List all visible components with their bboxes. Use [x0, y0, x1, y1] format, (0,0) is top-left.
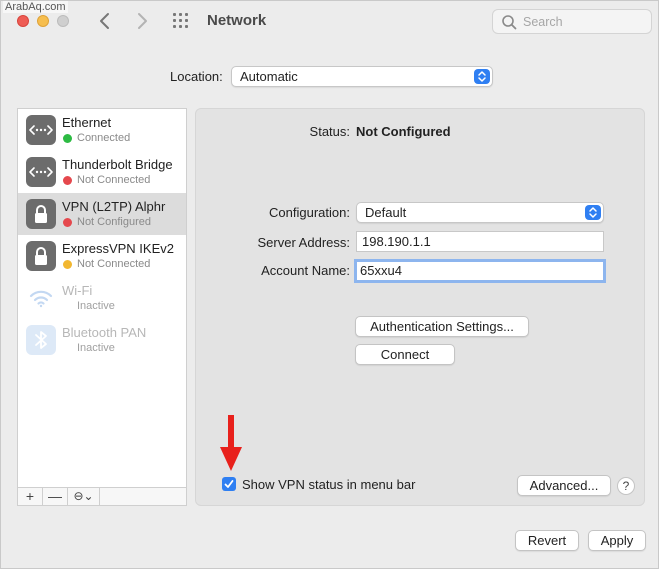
- ethernet-icon: [26, 157, 56, 187]
- popup-stepper-icon: [585, 205, 601, 220]
- status-dot: [63, 218, 72, 227]
- service-name: Ethernet: [62, 115, 112, 130]
- service-item-vpn-l2tp-alphr[interactable]: VPN (L2TP) Alphr Not Configured: [18, 193, 186, 235]
- watermark: ArabAq.com: [3, 1, 68, 13]
- lock-icon: [26, 241, 56, 271]
- service-name: Wi-Fi: [62, 283, 93, 298]
- service-name: Bluetooth PAN: [62, 325, 147, 340]
- service-item-thunderbolt-bridge[interactable]: Thunderbolt Bridge Not Connected: [18, 151, 186, 193]
- account-name-field[interactable]: 65xxu4: [354, 259, 606, 283]
- wifi-icon: [26, 283, 56, 313]
- status-value: Not Configured: [356, 124, 451, 139]
- service-status: Connected: [77, 132, 131, 144]
- service-status: Not Connected: [77, 174, 151, 186]
- advanced-button[interactable]: Advanced...: [517, 475, 611, 496]
- service-item-wifi[interactable]: Wi-Fi Inactive: [18, 277, 186, 319]
- status-dot: [63, 134, 72, 143]
- zoom-window-button[interactable]: [57, 15, 69, 27]
- show-all-button[interactable]: [173, 13, 191, 29]
- show-vpn-status-checkbox[interactable]: [222, 477, 236, 491]
- help-button[interactable]: ?: [617, 477, 635, 495]
- lock-icon: [26, 199, 56, 229]
- authentication-settings-button[interactable]: Authentication Settings...: [355, 316, 529, 337]
- forward-button[interactable]: [131, 10, 153, 32]
- checkmark-icon: [224, 480, 234, 488]
- configuration-label: Configuration:: [269, 205, 350, 220]
- service-item-ethernet[interactable]: Ethernet Connected: [18, 109, 186, 151]
- location-value: Automatic: [240, 69, 298, 84]
- title-bar: Network Search: [1, 1, 658, 41]
- search-placeholder: Search: [523, 15, 563, 29]
- minimize-window-button[interactable]: [37, 15, 49, 27]
- service-status: Not Connected: [77, 258, 151, 270]
- close-window-button[interactable]: [17, 15, 29, 27]
- service-name: ExpressVPN IKEv2: [62, 241, 174, 256]
- location-popup[interactable]: Automatic: [231, 66, 493, 87]
- apply-button[interactable]: Apply: [588, 530, 646, 551]
- red-arrow-annotation: [220, 415, 242, 471]
- configuration-popup[interactable]: Default: [356, 202, 604, 223]
- vpn-detail-panel: [195, 108, 645, 506]
- window-title: Network: [207, 12, 267, 29]
- back-button[interactable]: [94, 10, 116, 32]
- service-status: Inactive: [77, 300, 115, 312]
- account-name-label: Account Name:: [261, 263, 350, 278]
- service-name: VPN (L2TP) Alphr: [62, 199, 166, 214]
- status-label: Status:: [309, 124, 350, 139]
- bluetooth-icon: [26, 325, 56, 355]
- configuration-value: Default: [365, 205, 407, 220]
- popup-stepper-icon: [474, 69, 490, 84]
- service-list[interactable]: Ethernet Connected Thunderbolt Bridge No…: [17, 108, 187, 488]
- server-address-field[interactable]: 198.190.1.1: [356, 231, 604, 252]
- search-icon: [502, 15, 517, 30]
- location-label: Location:: [170, 69, 223, 84]
- service-item-bluetooth-pan[interactable]: Bluetooth PAN Inactive: [18, 319, 186, 361]
- service-list-toolbar: + — ⊖⌄: [17, 487, 187, 506]
- ethernet-icon: [26, 115, 56, 145]
- status-dot: [63, 176, 72, 185]
- search-field[interactable]: Search: [492, 9, 652, 34]
- service-action-menu[interactable]: ⊖⌄: [68, 488, 100, 505]
- server-address-label: Server Address:: [257, 235, 351, 250]
- connect-button[interactable]: Connect: [355, 344, 455, 365]
- status-dot: [63, 260, 72, 269]
- remove-service-button[interactable]: —: [43, 488, 68, 505]
- chevron-right-icon: [138, 13, 147, 29]
- service-status: Inactive: [77, 342, 115, 354]
- show-vpn-status-label: Show VPN status in menu bar: [242, 477, 416, 492]
- service-item-expressvpn-ikev2[interactable]: ExpressVPN IKEv2 Not Connected: [18, 235, 186, 277]
- network-preferences-window: ArabAq.com Network Search Location: Auto…: [0, 0, 659, 569]
- service-status: Not Configured: [77, 216, 151, 228]
- revert-button[interactable]: Revert: [515, 530, 579, 551]
- chevron-left-icon: [100, 13, 109, 29]
- service-name: Thunderbolt Bridge: [62, 157, 173, 172]
- add-service-button[interactable]: +: [18, 488, 43, 505]
